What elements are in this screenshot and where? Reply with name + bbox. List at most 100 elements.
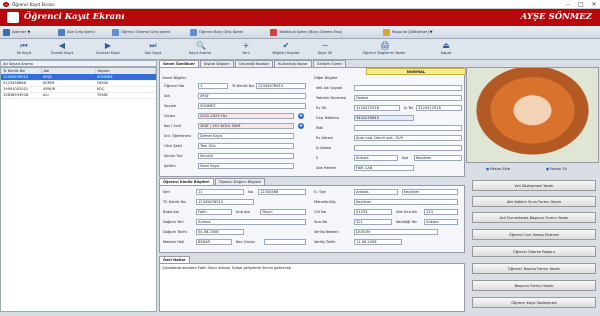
save-button[interactable]: ✔ Bilgileri Kaydet (266, 41, 306, 58)
borc-giris-button[interactable]: Öğrenci Borç Giriş İşlemi (190, 28, 243, 37)
servis-tipi-select[interactable]: Servisli (198, 153, 294, 159)
kimlik-il-select[interactable]: Ankara (354, 189, 398, 195)
mahalle-input[interactable]: Keçiören (354, 199, 458, 205)
cell-tc: 19838593928 (1, 92, 41, 99)
okul-sekli-select[interactable]: Tam Gün (198, 143, 294, 149)
field-label: Veriliş Tarihi (314, 240, 336, 244)
ogretmen-select[interactable]: Demet Kaya (198, 133, 294, 139)
field-label: Snf. Öğretmeni (164, 134, 191, 138)
mail-input[interactable] (354, 125, 462, 131)
cep-input[interactable]: 5441235845 (354, 115, 414, 121)
veli-input[interactable] (354, 85, 462, 91)
medeni-select[interactable]: BEKAR (196, 239, 232, 245)
is-adres-input[interactable] (354, 145, 462, 151)
close-form-button[interactable]: ⏏ Kapat (426, 41, 466, 58)
field-label: Verildiği Yer (396, 220, 417, 224)
neden-select[interactable]: DOĞUM (354, 229, 438, 235)
tab-dogum[interactable]: Öğrenci Doğum Bilgileri (214, 178, 266, 185)
new-record-button[interactable]: + Yeni (226, 41, 266, 58)
add-photo-button[interactable]: ● Resim Ekle (486, 167, 510, 171)
field-label: Ev Tel (316, 106, 327, 110)
verilis-tarihi-input[interactable]: 11.06.2008 (354, 239, 402, 245)
soyad-input[interactable]: SÖNMEZ (198, 103, 306, 109)
veli-sozlesmesi-button[interactable]: Veli Sözleşmesi Yazdır (472, 180, 596, 191)
sira-input[interactable]: 321 (354, 219, 392, 225)
tab-kazalar[interactable]: Geçirdiği Kazalar (234, 60, 274, 67)
cari-hesap-button[interactable]: Öğrenci Cari Hesap Ekstresi (472, 229, 596, 240)
verildigi-input[interactable]: Ankara (424, 219, 458, 225)
tanima-formu-button[interactable]: Öğrenci Tanıma Formu Yazdır (472, 263, 596, 274)
window-title: Öğrenci Kayıt Ekranı (12, 2, 55, 7)
nav-label: Önceki Kayıt (50, 51, 74, 55)
search-record-button[interactable]: 🔍 Kayıt Arama (180, 41, 220, 58)
ogrenci-no-input[interactable]: 1 (198, 83, 228, 89)
print-student-button[interactable]: 🖨 Öğrenci Bilgilerini Yazdır (352, 41, 416, 58)
field-label: İş Adresi (316, 146, 332, 150)
field-label: Cilt No (314, 210, 326, 214)
notes-textarea[interactable]: Çikolatada dendem Fatih Sıkıcı alacak. K… (159, 263, 465, 312)
is-tel-input[interactable]: 3124412516 (416, 105, 462, 111)
baba-input[interactable]: Fatih (196, 209, 232, 215)
ad-input[interactable]: AYŞE (198, 93, 306, 99)
nav-label: Kayıt Arama (188, 51, 211, 55)
table-row[interactable]: 19838593928 ALİ TEKİN (1, 92, 156, 99)
identity-tabs: Öğrenci Kimlik Bilgileri Öğrenci Doğum Bi… (159, 178, 465, 185)
field-label: Doğum Yeri (163, 220, 184, 224)
kayit-sozlesmesi-button[interactable]: Öğrenci Kayıt Sözleşmesi (472, 297, 596, 308)
tab-genel[interactable]: Genel Özellikler (159, 60, 199, 67)
odeme-giris-button[interactable]: Öğrenci Ödeme Giriş İşlemi (112, 28, 170, 37)
last-record-button[interactable]: ⏭ Son Kayıt (133, 41, 173, 58)
aile-giris-button[interactable]: Aile Giriş İşlemi (58, 28, 95, 37)
student-photo (466, 67, 599, 163)
aile-katilim-button[interactable]: Aile Katılım Sınırı Formu Yazdır (472, 196, 596, 207)
il-select[interactable]: Ankara (354, 155, 398, 161)
kimlik-ilce-select[interactable]: Keçiören (402, 189, 458, 195)
tab-kisisel[interactable]: Kişisel Bilgileri (199, 60, 234, 67)
prev-icon: ◀ (58, 41, 66, 50)
kimlik-tc-input[interactable]: 12345678910 (196, 199, 254, 205)
remove-photo-button[interactable]: ● Resim Sil (546, 167, 567, 171)
nav-label: Öğrenci Bilgilerini Yazdır (362, 51, 406, 55)
add-grup-button[interactable]: + (298, 113, 304, 119)
ev-tel-input[interactable]: 3124412516 (354, 105, 400, 111)
cilt-input[interactable]: 01233 (354, 209, 392, 215)
yakinlik-select[interactable]: Dedesi (354, 95, 462, 101)
add-sinif-button[interactable]: + (298, 123, 304, 129)
sinif-select[interactable]: 2KAT / 201 NOLU SINIF (198, 123, 294, 129)
aile-hekimi-input[interactable]: FAİK CAN (354, 165, 414, 171)
grup-select[interactable]: 2022-2023 YILI (198, 113, 294, 119)
acil-durum-button[interactable]: Acil Durumlarda Başvuru Formu Yazdır (472, 212, 596, 223)
minimize-button[interactable]: – (562, 1, 574, 8)
no-input[interactable]: 12334566 (258, 189, 306, 195)
field-label: Cep Telefonu (316, 116, 340, 120)
close-button[interactable]: ✕ (588, 1, 600, 8)
next-record-button[interactable]: ▶ Sonraki Kayıt (88, 41, 128, 58)
dogum-yeri-input[interactable]: Ankara (196, 219, 306, 225)
tc-input[interactable]: 12345678910 (256, 83, 306, 89)
dogum-tarihi-input[interactable]: 04.06.2008 (196, 229, 244, 235)
tahakkuk-button[interactable]: Tahakkuk İşlemi [Borç-Ödeme-Faiz] (270, 28, 342, 37)
kan-select[interactable] (264, 239, 306, 245)
islemler-menu[interactable]: İşlemler ▼ (3, 28, 30, 37)
raporlar-menu[interactable]: Raporlar [Dökümler] ▼ (383, 28, 433, 37)
ilce-select[interactable]: Keçiören (414, 155, 462, 161)
tab-kimlik[interactable]: Öğrenci Kimlik Bilgileri (159, 178, 214, 185)
field-label: Medeni Hali (163, 240, 185, 244)
student-grid[interactable]: Tc Kimlik No Adı Soyadı 12345678910 AYŞE S… (0, 67, 157, 312)
sofor-select[interactable]: Sabri Kaya (198, 163, 294, 169)
toolbar-label: Öğrenci Borç Giriş İşlemi (199, 30, 244, 34)
prev-record-button[interactable]: ◀ Önceki Kayıt (42, 41, 82, 58)
basvuru-formu-button[interactable]: Başvuru Formu Yazdır (472, 280, 596, 291)
tab-notes[interactable]: Özel Notlar (159, 256, 190, 263)
tab-ilaclar[interactable]: Kullandığı İlaçlar (274, 60, 312, 67)
odeme-raporu-button[interactable]: Öğrenci Ödeme Raporu (472, 246, 596, 257)
first-record-button[interactable]: ⏮ İlk Kayıt (4, 41, 44, 58)
seri-input[interactable]: 11 (196, 189, 244, 195)
maximize-button[interactable]: □ (575, 1, 587, 8)
aile-sira-input[interactable]: 123 (424, 209, 458, 215)
delete-button[interactable]: − Kayıt Sil (305, 41, 345, 58)
ana-input[interactable]: Yüsun (260, 209, 306, 215)
name-search-box[interactable]: Ad Soyad Arama (0, 60, 157, 67)
tab-gelisim[interactable]: Gelişim Süreci (312, 60, 347, 67)
ev-adres-input[interactable]: Anar cad. Demir sok. 15/9 (354, 135, 462, 141)
